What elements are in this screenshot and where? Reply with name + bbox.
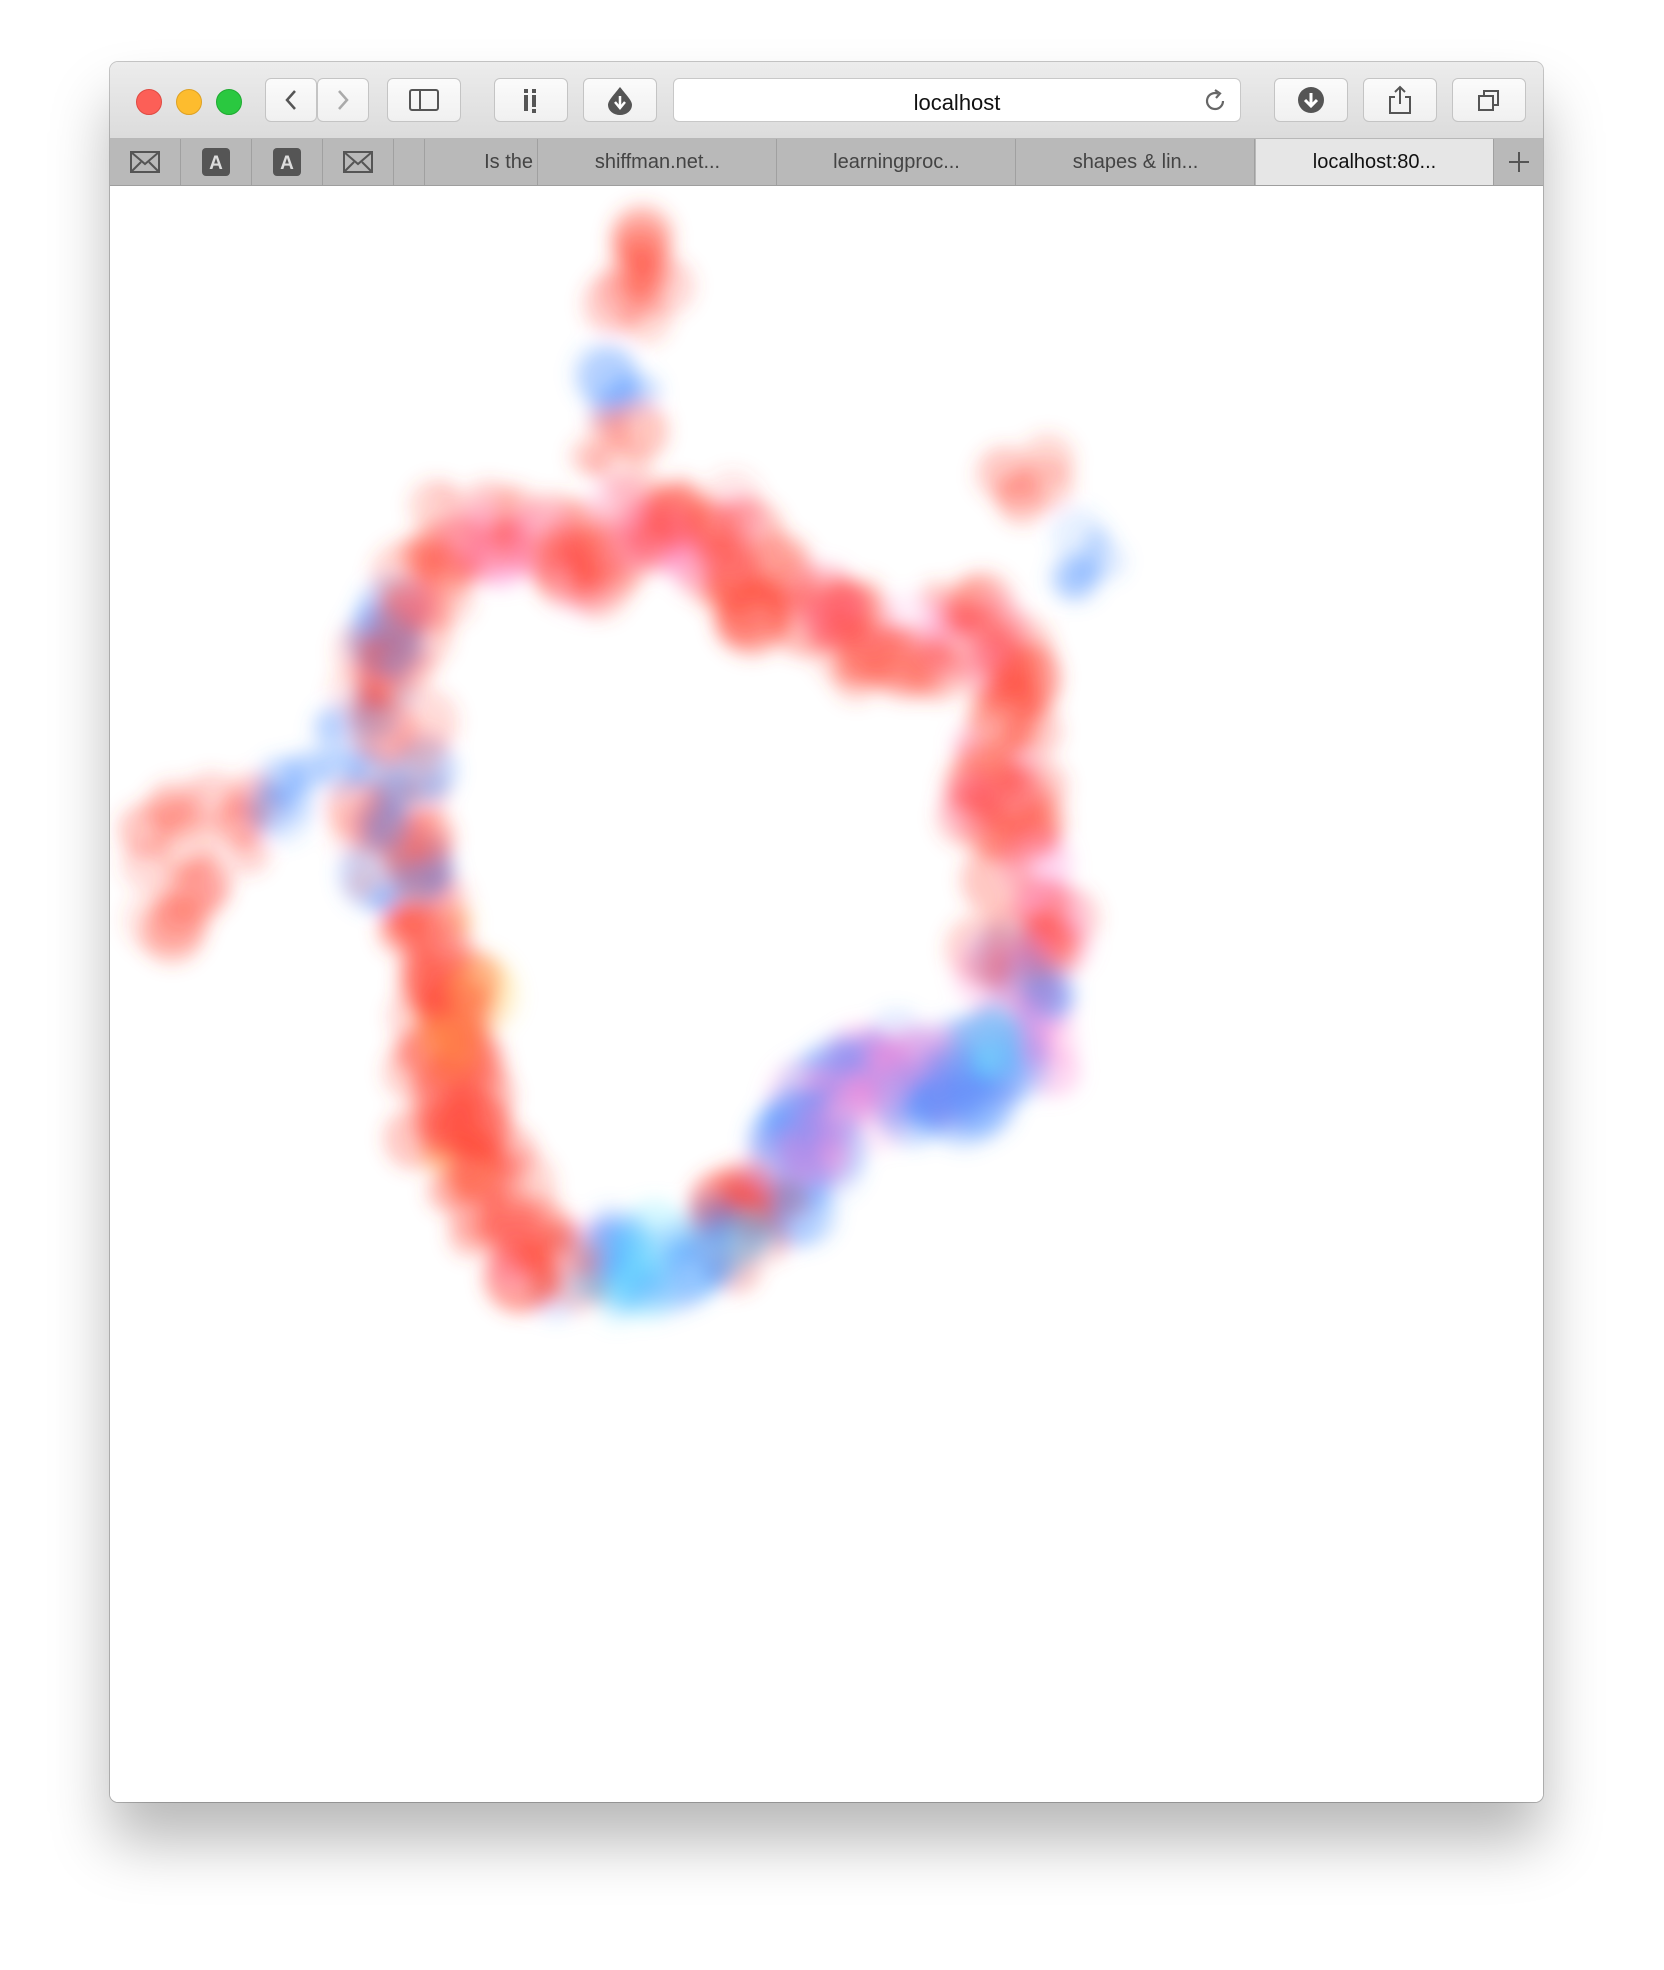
paint-blob [606, 400, 669, 463]
svg-text:A: A [280, 153, 294, 174]
paint-blob [488, 524, 538, 574]
paint-blob [1072, 552, 1105, 585]
paint-blob [984, 726, 1024, 766]
paint-blob [571, 340, 639, 408]
download-extension-icon [608, 87, 632, 115]
svg-text:A: A [209, 153, 223, 174]
instapaper-icon [524, 89, 536, 113]
paint-blob [181, 850, 236, 906]
sidebar-icon [409, 89, 439, 111]
toolbar: localhost [110, 62, 1543, 139]
tab-shiffman[interactable]: shiffman.net... [539, 139, 777, 185]
tab-learningprocessing[interactable]: learningproc... [778, 139, 1016, 185]
mail-icon [130, 151, 160, 173]
paint-blob [413, 984, 456, 1028]
minimize-window-button[interactable] [176, 89, 202, 115]
a-icon: A [202, 148, 230, 176]
forward-icon [338, 90, 349, 110]
browser-window: localhost A A Is the shiffman.net... lea… [110, 62, 1543, 1802]
paint-blob [347, 747, 391, 792]
tab-shapes-and-lines[interactable]: shapes & lin... [1017, 139, 1255, 185]
pinned-tab-mail-1[interactable] [110, 139, 181, 185]
paint-blob [446, 1124, 479, 1156]
tab-bar: A A Is the shiffman.net... learningproc.… [110, 139, 1543, 186]
zoom-window-button[interactable] [216, 89, 242, 115]
paint-blob [245, 783, 296, 834]
instapaper-button[interactable] [494, 78, 568, 122]
paint-blob [839, 620, 906, 687]
paint-blob [783, 1128, 840, 1185]
generative-art-canvas[interactable] [110, 186, 1543, 1802]
paint-blob [617, 258, 660, 301]
tabs-overview-icon [1478, 90, 1499, 111]
pinned-tab-mail-2[interactable] [323, 139, 394, 185]
forward-button[interactable] [317, 78, 369, 122]
downloads-icon [1298, 87, 1324, 113]
downloads-button[interactable] [1274, 78, 1348, 122]
paint-blob [736, 564, 808, 635]
back-button[interactable] [265, 78, 317, 122]
tab-is-the[interactable]: Is the [425, 139, 538, 185]
paint-blob [949, 1071, 1018, 1140]
paint-blob [980, 444, 1033, 497]
pinned-tab-a-1[interactable]: A [181, 139, 252, 185]
back-icon [285, 90, 296, 110]
paint-blob [377, 817, 453, 893]
new-tab-button[interactable] [1495, 139, 1543, 185]
paint-blob [368, 884, 399, 915]
paint-blob [585, 446, 618, 479]
pinned-separator [394, 139, 425, 185]
close-window-button[interactable] [136, 89, 162, 115]
paint-blob [433, 481, 462, 510]
mail-icon [343, 151, 373, 173]
reload-icon[interactable] [1202, 88, 1228, 114]
paint-blob [419, 772, 446, 798]
paint-blob [702, 469, 763, 529]
tabs-overview-button[interactable] [1452, 78, 1526, 122]
sidebar-button[interactable] [387, 78, 461, 122]
paint-blob [843, 1075, 877, 1110]
page-content [110, 186, 1543, 1802]
paint-blob [1023, 1014, 1079, 1070]
paint-blob [1004, 948, 1056, 1000]
download-extension-button[interactable] [583, 78, 657, 122]
pinned-tab-a-2[interactable]: A [252, 139, 323, 185]
share-icon [1389, 85, 1411, 114]
share-button[interactable] [1363, 78, 1437, 122]
address-bar[interactable]: localhost [673, 78, 1241, 122]
address-text: localhost [913, 90, 1001, 115]
a-icon: A [273, 148, 301, 176]
tab-localhost[interactable]: localhost:80... [1256, 139, 1494, 185]
plus-icon [1509, 152, 1529, 172]
paint-blob [426, 1169, 471, 1214]
paint-blob [528, 1231, 579, 1282]
